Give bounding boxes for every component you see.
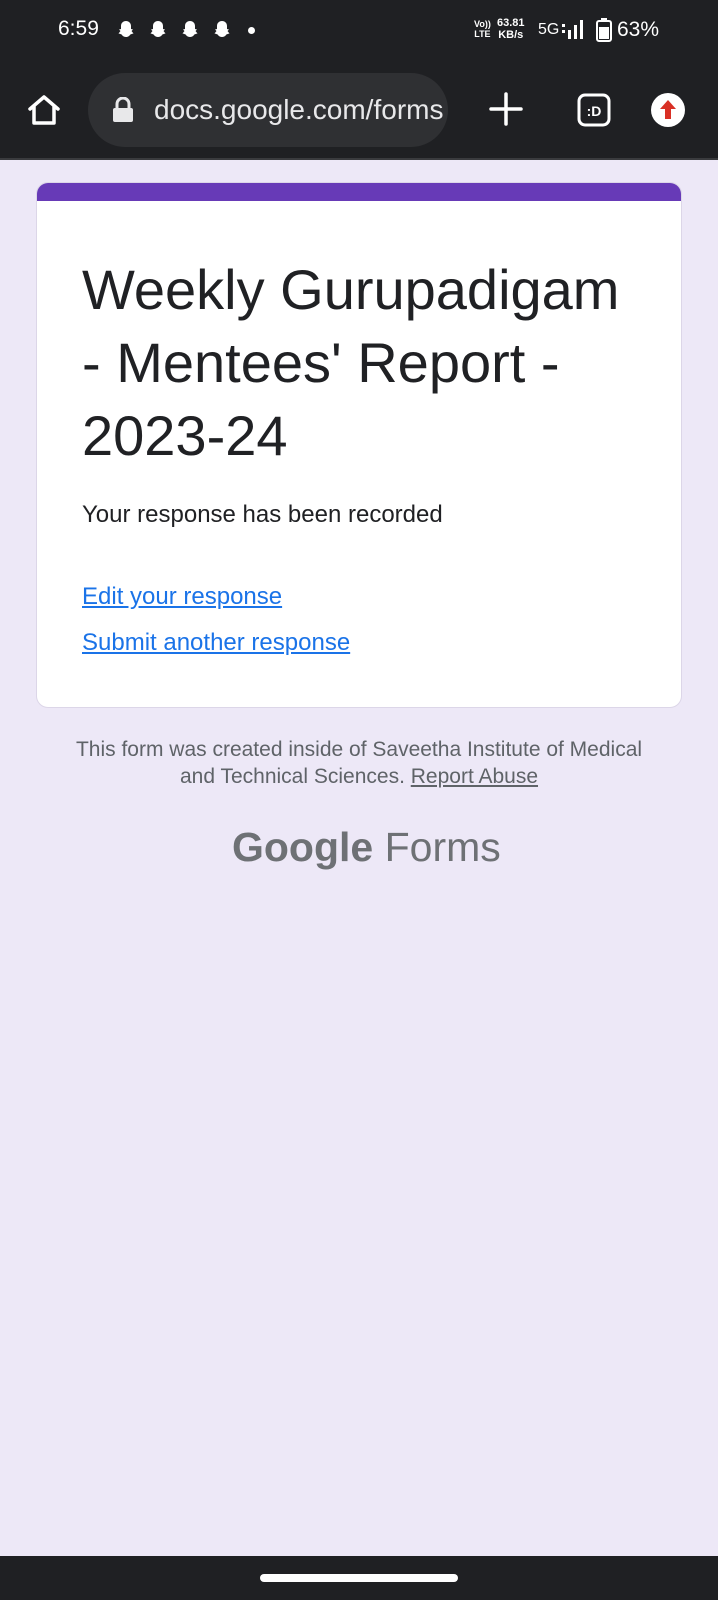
signal-icon (562, 20, 583, 39)
footer-note-text: This form was created inside of Saveetha… (75, 738, 643, 788)
report-abuse-link[interactable]: Report Abuse (411, 765, 538, 788)
confirmation-message: Your response has been recorded (82, 501, 443, 528)
volte-indicator: Vo)) LTE (474, 19, 491, 39)
browser-toolbar: docs.google.com/forms :D (0, 60, 718, 160)
snapchat-icon (182, 21, 198, 37)
edit-response-link[interactable]: Edit your response (82, 583, 282, 611)
network-type: 5G (538, 21, 560, 38)
status-bar: 6:59 Vo)) LTE 63.81 KB/s 5G 63% (0, 0, 718, 60)
update-icon[interactable] (650, 92, 686, 128)
svg-text::D: :D (587, 103, 602, 119)
plus-icon[interactable] (485, 88, 527, 130)
card-accent-bar (37, 183, 681, 201)
battery-icon (596, 18, 612, 42)
snapchat-icon (214, 21, 230, 37)
lock-icon (113, 97, 133, 122)
footer-note: This form was created inside of Saveetha… (60, 736, 658, 790)
tab-switcher-icon[interactable]: :D (574, 90, 614, 130)
snapchat-icon (150, 21, 166, 37)
address-bar[interactable]: docs.google.com/forms (88, 73, 448, 147)
submit-another-link[interactable]: Submit another response (82, 629, 350, 657)
home-icon[interactable] (24, 90, 64, 130)
status-time: 6:59 (58, 17, 99, 40)
more-notifications-dot (248, 26, 255, 34)
battery-percent: 63% (617, 18, 660, 41)
form-title: Weekly Gurupadigam - Mentees' Report - 2… (82, 258, 620, 467)
brand-forms: Forms (384, 824, 501, 870)
net-speed: 63.81 KB/s (497, 17, 525, 41)
google-forms-logo[interactable]: Google Forms (232, 824, 501, 871)
url-text[interactable]: docs.google.com/forms (154, 94, 444, 126)
tab-switcher-button[interactable]: :D (574, 90, 614, 130)
snapchat-icon (118, 21, 134, 37)
home-gesture-pill[interactable] (260, 1574, 458, 1582)
brand-google: Google (232, 824, 374, 870)
notification-icons (116, 20, 255, 40)
form-card: Weekly Gurupadigam - Mentees' Report - 2… (36, 182, 682, 708)
system-nav-bar (0, 1556, 718, 1600)
